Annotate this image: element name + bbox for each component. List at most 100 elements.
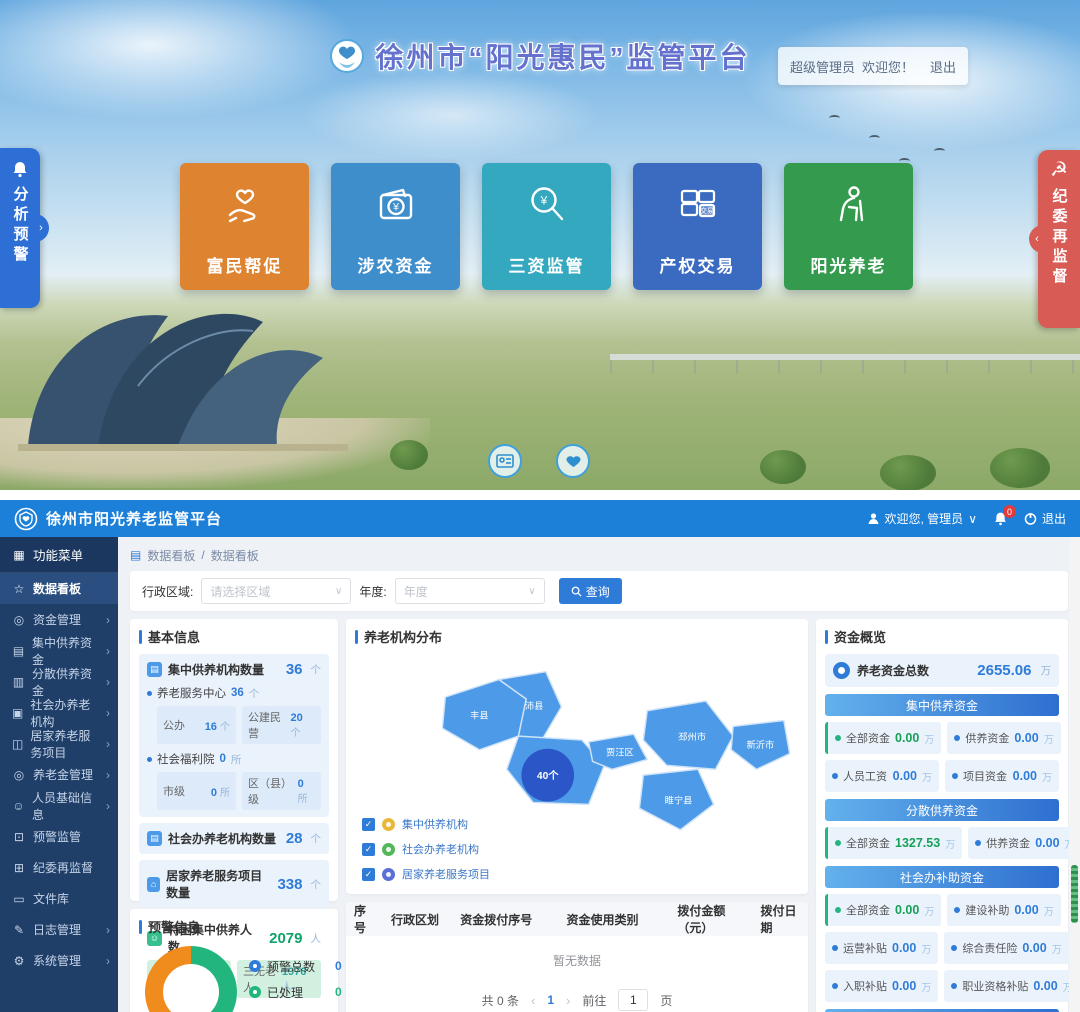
legend-home-care-projects[interactable]: ✓ 居家养老服务项目 — [362, 866, 490, 882]
building-icon: ▤ — [147, 831, 162, 846]
menu-header: ▦ 功能菜单 — [0, 537, 118, 573]
tile-helping-rich[interactable]: 富民帮促 — [180, 163, 309, 290]
title-bar — [139, 630, 142, 644]
public-built-private-chip: 公建民营 20 个 — [242, 706, 321, 744]
bridge-railing-decoration — [610, 360, 1080, 373]
sidebar-item-log-mgmt[interactable]: ✎ 日志管理 › — [0, 914, 118, 945]
scrollbar-track[interactable] — [1069, 537, 1080, 1012]
discipline-supervision-tab[interactable]: ☭ 纪委再监督 ‹ — [1038, 150, 1080, 328]
hero-logout-link[interactable]: 退出 — [930, 57, 956, 76]
sidebar-item-dashboard[interactable]: ☆ 数据看板 — [0, 573, 118, 604]
sidebar-item-personnel-info[interactable]: ☺ 人员基础信息 › — [0, 790, 118, 821]
welfare-home-row: 社会福利院 0 所 — [147, 751, 321, 767]
dot-icon — [975, 840, 981, 846]
hero-user-box: 超级管理员 欢迎您！ 退出 — [778, 47, 968, 85]
svg-text:沛县: 沛县 — [525, 700, 544, 711]
sidebar-item-discipline-supervision[interactable]: ⊞ 纪委再监督 — [0, 852, 118, 883]
breadcrumb: ▤ 数据看板 / 数据看板 — [130, 543, 1068, 567]
fund-cell: 职业资格补贴 0.00 万 — [944, 970, 1079, 1002]
centralized-institutions-card: ▤ 集中供养机构数量 36 个 养老服务中心 36 个 — [139, 654, 329, 817]
user-name: 超级管理员 — [790, 57, 855, 76]
notification-badge: 0 — [1003, 505, 1016, 518]
search-icon — [571, 586, 582, 597]
folder-icon: ▭ — [12, 892, 26, 906]
analysis-warning-tab[interactable]: 分析预警 › — [0, 148, 40, 308]
screen-icon: ⊞ — [12, 861, 26, 875]
dot-icon — [835, 735, 841, 741]
bird-decoration — [829, 115, 840, 121]
sidebar-item-funds-mgmt[interactable]: ◎ 资金管理 › — [0, 604, 118, 635]
social-institutions-card: ▤ 社会办养老机构数量 28 个 — [139, 823, 329, 854]
sidebar-item-decentralized-funds[interactable]: ▥ 分散供养资金 › — [0, 666, 118, 697]
tile-three-assets[interactable]: ¥ 三资监管 — [482, 163, 611, 290]
svg-text:交易: 交易 — [700, 206, 714, 215]
fund-cell: 供养资金 0.00 万 — [968, 827, 1080, 859]
prev-page-button[interactable]: ‹ — [531, 993, 535, 1008]
tile-property-trade[interactable]: 交易 产权交易 — [633, 163, 762, 290]
home-icon: ⌂ — [147, 877, 160, 892]
sidebar-item-warning-supervision[interactable]: ⊡ 预警监管 — [0, 821, 118, 852]
legend-social-institutions[interactable]: ✓ 社会办养老机构 — [362, 841, 490, 857]
page-unit: 页 — [660, 992, 672, 1009]
dot-icon — [832, 983, 838, 989]
county-level-chip: 区（县）级 0 所 — [242, 772, 321, 810]
dot-icon — [835, 907, 841, 913]
logout-button[interactable]: 退出 — [1024, 510, 1066, 527]
search-button[interactable]: 查询 — [559, 578, 622, 604]
user-menu[interactable]: 欢迎您, 管理员 ∨ — [867, 510, 977, 527]
tile-sunshine-eldercare[interactable]: 阳光养老 — [784, 163, 913, 290]
checkbox-checked-icon[interactable]: ✓ — [362, 868, 375, 881]
sidebar: ▦ 功能菜单 ☆ 数据看板 ◎ 资金管理 › ▤ 集中供养资金 › ▥ 分散供养… — [0, 537, 118, 1012]
chevron-right-icon: › — [106, 954, 110, 968]
filter-bar: 行政区域: 请选择区域 ∨ 年度: 年度 ∨ 查询 — [130, 571, 1068, 611]
checkbox-checked-icon[interactable]: ✓ — [362, 843, 375, 856]
sidebar-item-pension-mgmt[interactable]: ◎ 养老金管理 › — [0, 759, 118, 790]
funds-overview-panel: 资金概览 养老资金总数 2655.06 万 集中供养资金 全部资金 — [816, 619, 1068, 1012]
sidebar-item-social-institutions[interactable]: ▣ 社会办养老机构 › — [0, 697, 118, 728]
year-select[interactable]: 年度 ∨ — [395, 578, 545, 604]
check-badge-icon — [249, 986, 261, 998]
checkbox-checked-icon[interactable]: ✓ — [362, 818, 375, 831]
cloud-decoration — [300, 70, 600, 160]
sidebar-item-file-library[interactable]: ▭ 文件库 — [0, 883, 118, 914]
coin-icon: ◎ — [12, 768, 26, 782]
board-icon: ▤ — [130, 548, 141, 562]
goto-page-input[interactable] — [618, 989, 648, 1011]
hero-quick-links — [488, 444, 590, 478]
dot-icon — [952, 773, 958, 779]
tile-label: 涉农资金 — [358, 252, 434, 277]
fund-cell: 人员工资 0.00 万 — [825, 760, 939, 792]
region-select[interactable]: 请选择区域 ∨ — [201, 578, 351, 604]
breadcrumb-current: 数据看板 — [211, 547, 259, 564]
notifications-button[interactable]: 0 — [993, 511, 1008, 526]
module-tiles: 富民帮促 ¥ 涉农资金 ¥ — [180, 163, 913, 290]
breadcrumb-root[interactable]: 数据看板 — [147, 547, 195, 564]
sidebar-item-home-care-projects[interactable]: ◫ 居家养老服务项目 › — [0, 728, 118, 759]
chevron-right-icon: › — [106, 644, 110, 658]
tile-label: 富民帮促 — [207, 252, 283, 277]
chevron-right-icon: › — [106, 923, 110, 937]
chevron-left-icon[interactable]: ‹ — [1029, 225, 1045, 253]
heart-hands-icon[interactable] — [556, 444, 590, 478]
wallet-yuan-icon: ¥ — [373, 181, 419, 232]
fund-cell: 供养资金 0.00 万 — [947, 722, 1060, 754]
year-label: 年度: — [359, 583, 386, 600]
next-page-button[interactable]: › — [566, 993, 570, 1008]
current-page[interactable]: 1 — [547, 993, 554, 1007]
chevron-right-icon[interactable]: › — [33, 214, 49, 242]
sidebar-item-centralized-funds[interactable]: ▤ 集中供养资金 › — [0, 635, 118, 666]
sidebar-item-system-mgmt[interactable]: ⚙ 系统管理 › — [0, 945, 118, 976]
dot-icon — [832, 773, 838, 779]
map-title: 养老机构分布 — [364, 627, 442, 646]
svg-text:邳州市: 邳州市 — [678, 731, 706, 742]
svg-text:贾汪区: 贾汪区 — [606, 748, 634, 758]
tile-agri-funds[interactable]: ¥ 涉农资金 — [331, 163, 460, 290]
bullet-icon — [147, 691, 152, 696]
id-card-icon[interactable] — [488, 444, 522, 478]
fund-cell: 项目资金 0.00 万 — [945, 760, 1059, 792]
tile-label: 三资监管 — [509, 252, 585, 277]
scrollbar-thumb[interactable] — [1071, 865, 1078, 923]
legend-centralized-institutions[interactable]: ✓ 集中供养机构 — [362, 816, 490, 832]
fund-allocation-table-panel: 序号 行政区划 资金拨付序号 资金使用类别 拨付金额（元） 拨付日期 暂无数据 … — [346, 902, 808, 1012]
dashboard-title: 徐州市阳光养老监管平台 — [46, 508, 222, 529]
